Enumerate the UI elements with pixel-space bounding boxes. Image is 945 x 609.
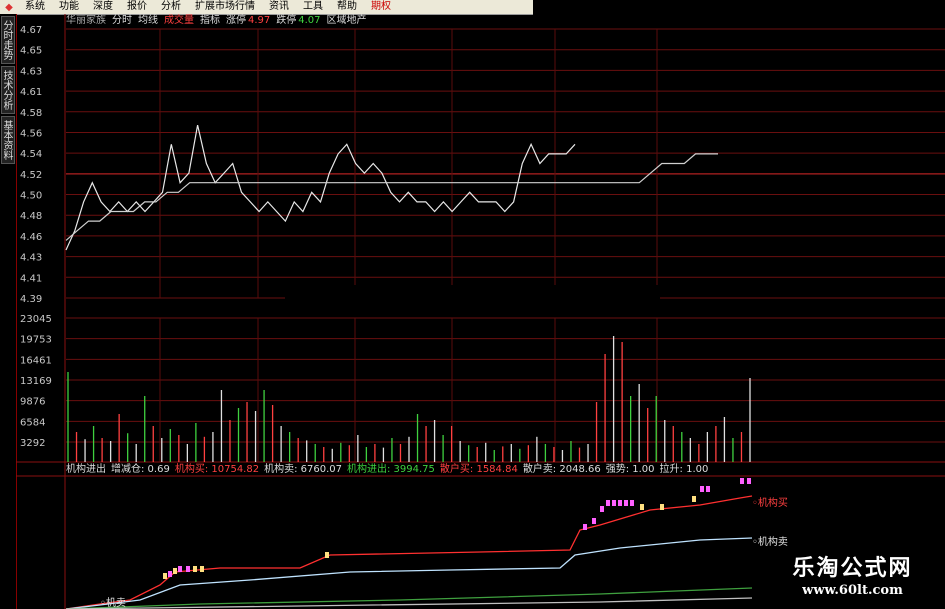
indicator-info-bar: 机构进出 增减仓: 0.69 机构买: 10754.82 机构卖: 6760.07 机构… <box>66 464 708 476</box>
signal-marker <box>747 478 751 484</box>
signal-marker <box>618 500 622 506</box>
signal-marker <box>700 486 704 492</box>
region-label: 区域地产 <box>326 15 367 26</box>
inst-sell-label: ◦机构卖 <box>752 535 788 548</box>
signal-marker <box>612 500 616 506</box>
indicator-item: 机构进出 <box>66 464 106 475</box>
watermark-cn: 乐淘公式网 <box>792 555 913 581</box>
price-tick-label: 4.65 <box>20 46 42 57</box>
volume-tick-label: 19753 <box>20 335 52 346</box>
price-tick-label: 4.48 <box>20 211 42 222</box>
toggle-volume[interactable]: 成交量 <box>164 15 194 27</box>
volume-tick-label: 23045 <box>20 314 52 325</box>
signal-marker <box>740 478 744 484</box>
price-tick-label: 4.58 <box>20 108 42 119</box>
watermark-url: www.60lt.com <box>802 583 903 598</box>
signal-marker <box>624 500 628 506</box>
price-tick-label: 4.50 <box>20 191 42 202</box>
indicator-item: 散户卖: 2048.66 <box>522 464 601 475</box>
indicator-item: 增减仓: 0.69 <box>111 464 170 475</box>
indicator-item: 机构卖: 6760.07 <box>264 464 342 475</box>
retail-sell-label: ◦机卖 <box>100 596 126 609</box>
toggle-indicator[interactable]: 指标 <box>200 15 220 27</box>
indicator-item: 散户买: 1584.84 <box>439 464 518 475</box>
price-tick-label: 4.61 <box>20 87 42 98</box>
price-tick-label: 4.56 <box>20 128 42 139</box>
signal-marker <box>692 496 696 502</box>
signal-marker <box>640 504 644 510</box>
signal-marker <box>168 571 172 577</box>
stock-name: 华丽家族 <box>66 15 106 26</box>
price-tick-label: 4.67 <box>20 25 42 36</box>
signal-marker <box>706 486 710 492</box>
series-line-price <box>65 124 576 251</box>
series-line-average <box>65 153 718 241</box>
signal-marker <box>178 566 182 572</box>
signal-marker <box>600 506 604 512</box>
volume-tick-label: 16461 <box>20 355 52 366</box>
volume-tick-label: 13169 <box>20 376 52 387</box>
price-tick-label: 4.63 <box>20 66 42 77</box>
limit-up-value: 4.97 <box>248 15 271 26</box>
signal-marker <box>186 566 190 572</box>
limit-down-label: 跌停 <box>276 15 297 26</box>
intraday-chart[interactable]: 4.67 4.65 4.63 4.61 4.58 4.56 4.54 4.52 4.50 4.48… <box>0 0 945 609</box>
signal-marker <box>193 566 197 572</box>
signal-marker <box>583 524 587 530</box>
price-tick-label: 4.54 <box>20 149 42 160</box>
indicator-item: 拉升: 1.00 <box>659 464 709 475</box>
price-info-bar: 华丽家族 分时 均线 成交量 指标 涨停 4.97 跌停 4.07 区域地产 <box>66 15 367 27</box>
price-tick-label: 4.43 <box>20 253 42 264</box>
toggle-intraday[interactable]: 分时 <box>112 15 132 27</box>
volume-tick-label: 3292 <box>20 438 45 449</box>
price-tick-label: 4.39 <box>20 294 42 305</box>
volume-tick-label: 9876 <box>20 397 45 408</box>
signal-marker <box>325 552 329 558</box>
inst-net-line <box>65 587 753 609</box>
toggle-average[interactable]: 均线 <box>138 15 158 27</box>
signal-marker <box>173 568 177 574</box>
volume-tick-label: 6584 <box>20 417 45 428</box>
indicator-item: 强势: 1.00 <box>605 464 655 475</box>
indicator-item: 机构进出: 3994.75 <box>347 464 435 475</box>
indicator-item: 机构买: 10754.82 <box>174 464 260 475</box>
limit-down-value: 4.07 <box>298 15 321 26</box>
price-tick-label: 4.46 <box>20 232 42 243</box>
signal-marker <box>630 500 634 506</box>
limit-up-label: 涨停 <box>226 15 246 26</box>
price-tick-label: 4.52 <box>20 170 42 181</box>
signal-marker <box>592 518 596 524</box>
site-watermark: 乐淘公式网 www.60lt.com <box>770 554 935 604</box>
signal-marker <box>660 504 664 510</box>
signal-marker <box>163 573 167 579</box>
inst-buy-label: ◦机构买 <box>752 496 788 509</box>
signal-marker <box>200 566 204 572</box>
signal-marker <box>606 500 610 506</box>
price-tick-label: 4.41 <box>20 273 42 284</box>
blank-region <box>285 285 660 325</box>
